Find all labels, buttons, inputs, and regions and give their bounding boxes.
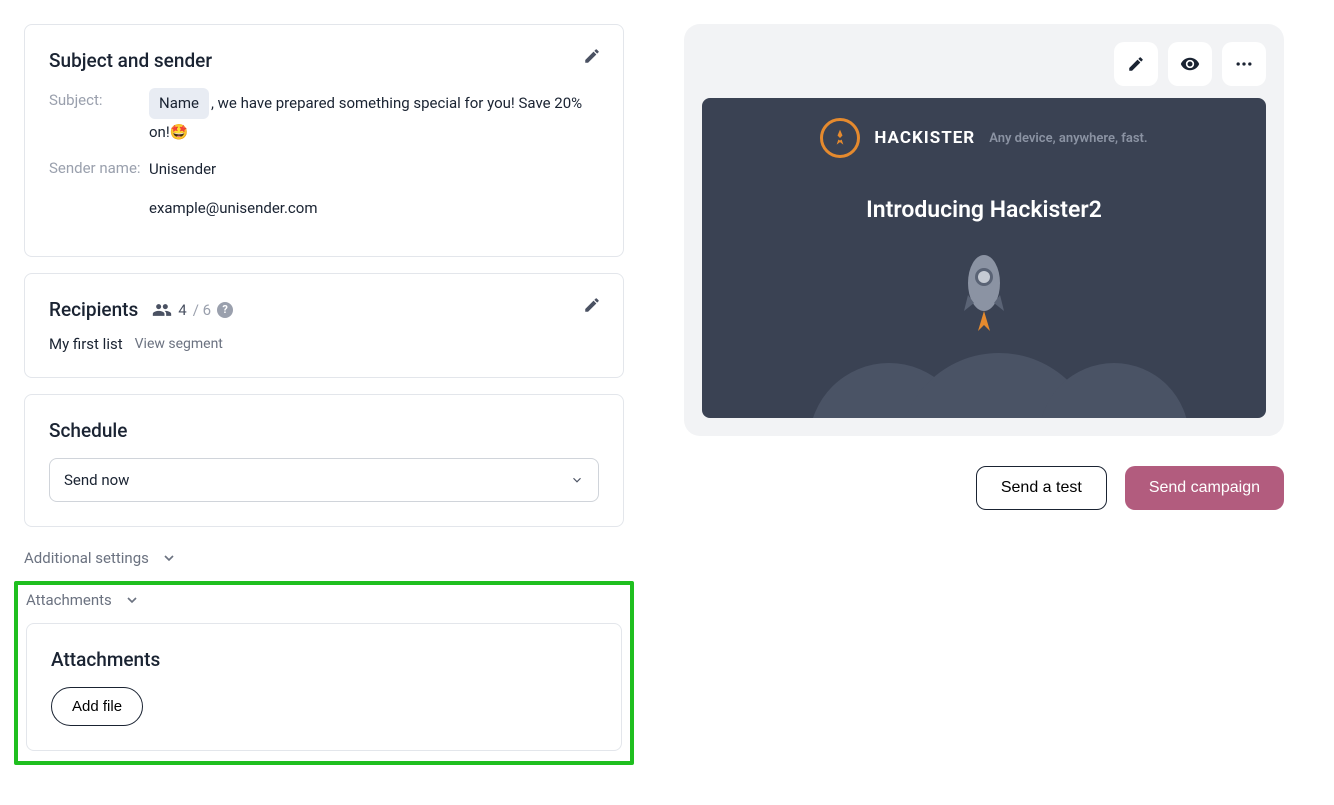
additional-settings-toggle[interactable]: Additional settings <box>24 543 624 581</box>
rocket-small-icon <box>830 128 850 148</box>
pencil-icon <box>583 47 601 65</box>
recipients-count: 4 / 6 ? <box>152 300 233 320</box>
recipient-list-name: My first list <box>49 335 123 353</box>
dots-icon <box>1234 54 1254 74</box>
sender-label: Sender name: <box>49 156 149 180</box>
subject-text: , we have prepared something special for… <box>149 94 582 141</box>
additional-settings-label: Additional settings <box>24 549 149 567</box>
pencil-icon <box>583 296 601 314</box>
help-icon[interactable]: ? <box>217 302 233 318</box>
send-test-button[interactable]: Send a test <box>976 466 1107 510</box>
subject-label: Subject: <box>49 88 149 112</box>
subject-name-tag: Name <box>149 88 209 119</box>
subject-sender-title: Subject and sender <box>49 49 599 72</box>
chevron-down-icon <box>161 550 177 566</box>
email-headline: Introducing Hackister2 <box>702 196 1266 223</box>
brand-tagline: Any device, anywhere, fast. <box>989 131 1147 146</box>
view-preview-button[interactable] <box>1168 42 1212 86</box>
attachments-toggle[interactable]: Attachments <box>26 591 622 609</box>
sender-name-value: Unisender <box>149 156 599 183</box>
sender-email-value: example@unisender.com <box>149 195 599 222</box>
attachments-card-title: Attachments <box>51 648 597 671</box>
edit-preview-button[interactable] <box>1114 42 1158 86</box>
send-campaign-button[interactable]: Send campaign <box>1125 466 1284 510</box>
brand-name: HACKISTER <box>874 128 975 148</box>
schedule-select[interactable]: Send now <box>49 458 599 502</box>
schedule-selected-value: Send now <box>64 471 129 489</box>
chevron-down-icon <box>124 592 140 608</box>
recipients-card: Recipients 4 / 6 ? My first list View se… <box>24 273 624 378</box>
recipients-selected: 4 <box>178 301 186 319</box>
attachments-highlight: Attachments Attachments Add file <box>14 581 634 765</box>
chevron-down-icon <box>570 473 584 487</box>
eye-icon <box>1180 54 1200 74</box>
schedule-card: Schedule Send now <box>24 394 624 527</box>
recipients-title: Recipients <box>49 298 138 321</box>
more-options-button[interactable] <box>1222 42 1266 86</box>
edit-subject-button[interactable] <box>583 47 601 65</box>
people-icon <box>152 300 172 320</box>
brand-logo <box>820 118 860 158</box>
attachments-card: Attachments Add file <box>26 623 622 751</box>
subject-sender-card: Subject and sender Subject: Name, we hav… <box>24 24 624 257</box>
schedule-title: Schedule <box>49 419 599 442</box>
recipients-total: / 6 <box>193 301 211 319</box>
email-preview-panel: HACKISTER Any device, anywhere, fast. In… <box>684 24 1284 436</box>
edit-recipients-button[interactable] <box>583 296 601 314</box>
subject-value: Name, we have prepared something special… <box>149 88 599 146</box>
email-preview-body: HACKISTER Any device, anywhere, fast. In… <box>702 98 1266 418</box>
pencil-icon <box>1127 55 1145 73</box>
rocket-illustration <box>702 253 1266 418</box>
view-segment-link[interactable]: View segment <box>135 336 223 352</box>
add-file-button[interactable]: Add file <box>51 687 143 726</box>
attachments-toggle-label: Attachments <box>26 591 112 609</box>
